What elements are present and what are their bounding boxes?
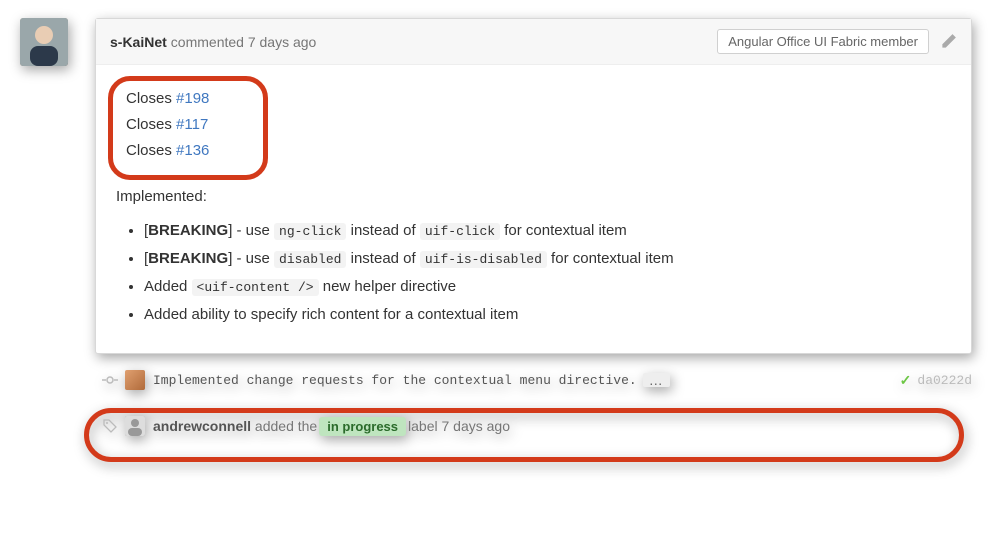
label-event-row: andrewconnell added the in progress labe… [95, 400, 972, 446]
change-item: Added <uif-content /> new helper directi… [144, 275, 951, 299]
change-item: [BREAKING] - use ng-click instead of uif… [144, 219, 951, 243]
commit-sha[interactable]: da0222d [917, 373, 972, 388]
comment-box: s-KaiNet commented 7 days ago Angular Of… [95, 18, 972, 354]
commit-author-avatar[interactable] [125, 370, 145, 390]
label-actor-avatar[interactable] [125, 416, 145, 436]
comment-meta: commented 7 days ago [171, 34, 317, 50]
label-timestamp: 7 days ago [442, 418, 511, 434]
expand-commit-icon[interactable]: … [643, 373, 670, 387]
implemented-heading: Implemented: [116, 185, 951, 209]
issue-link[interactable]: #198 [176, 90, 209, 107]
edit-icon[interactable] [939, 33, 957, 51]
label-actor[interactable]: andrewconnell [153, 418, 251, 434]
comment-header: s-KaiNet commented 7 days ago Angular Of… [96, 19, 971, 65]
status-check-icon[interactable]: ✓ [900, 372, 912, 389]
change-item: [BREAKING] - use disabled instead of uif… [144, 247, 951, 271]
issue-link[interactable]: #117 [176, 116, 208, 133]
tag-icon [95, 418, 125, 434]
comment-author[interactable]: s-KaiNet [110, 34, 167, 50]
issue-link[interactable]: #136 [176, 142, 209, 159]
closes-block: Closes #198 Closes #117 Closes #136 [116, 79, 219, 171]
label-pill[interactable]: in progress [319, 417, 406, 436]
commit-message[interactable]: Implemented change requests for the cont… [153, 373, 637, 388]
author-avatar[interactable] [20, 18, 68, 66]
member-badge: Angular Office UI Fabric member [717, 29, 929, 54]
changes-list: [BREAKING] - use ng-click instead of uif… [144, 219, 951, 327]
change-item: Added ability to specify rich content fo… [144, 303, 951, 327]
commit-event-row: Implemented change requests for the cont… [95, 354, 972, 400]
commit-icon [95, 372, 125, 388]
comment-body: Closes #198 Closes #117 Closes #136 Impl… [96, 65, 971, 353]
